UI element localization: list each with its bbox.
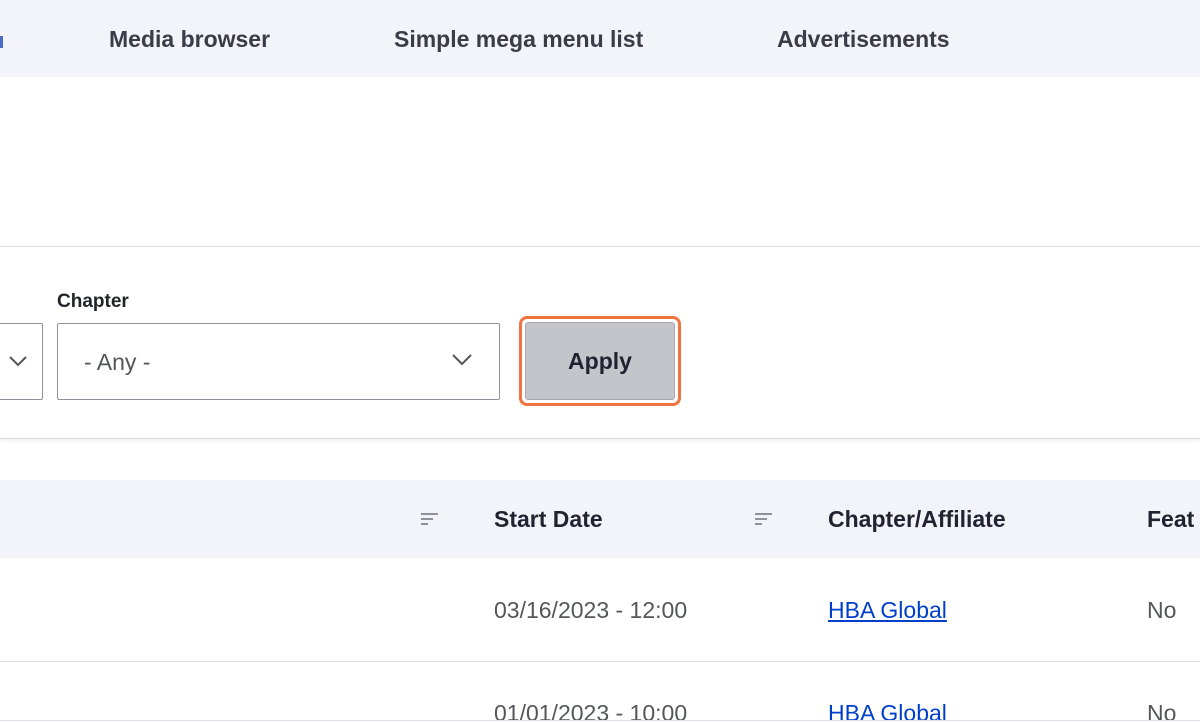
previous-filter-select[interactable] [0, 323, 43, 400]
row-divider [0, 661, 1200, 662]
column-header-chapter-affiliate[interactable]: Chapter/Affiliate [828, 506, 1006, 533]
tab-media-browser[interactable]: Media browser [109, 26, 270, 53]
row-chapter-link[interactable]: HBA Global [828, 700, 947, 722]
chapter-select[interactable]: - Any - [57, 323, 500, 400]
row-featured: No [1147, 597, 1177, 623]
sort-icon[interactable] [420, 512, 440, 526]
tab-edge-indicator [0, 36, 3, 48]
row-divider [0, 720, 1200, 721]
row-featured: No [1147, 700, 1177, 722]
row-start-date: 03/16/2023 - 12:00 [494, 597, 688, 623]
chapter-filter-label: Chapter [57, 291, 129, 312]
row-start-date: 01/01/2023 - 10:00 [494, 700, 688, 722]
sort-icon[interactable] [754, 512, 774, 526]
chapter-select-value: - Any - [84, 349, 151, 375]
apply-button[interactable]: Apply [525, 322, 675, 400]
chevron-down-icon [9, 356, 27, 367]
tab-advertisements[interactable]: Advertisements [777, 26, 950, 53]
column-header-start-date[interactable]: Start Date [494, 506, 603, 533]
chevron-down-icon [452, 354, 472, 366]
row-chapter-link[interactable]: HBA Global [828, 597, 947, 624]
tab-simple-mega-menu-list[interactable]: Simple mega menu list [394, 26, 643, 53]
tab-bar: Media browser Simple mega menu list Adve… [0, 0, 1200, 77]
content-blank-area [0, 77, 1200, 247]
column-header-featured[interactable]: Feat [1147, 506, 1194, 533]
